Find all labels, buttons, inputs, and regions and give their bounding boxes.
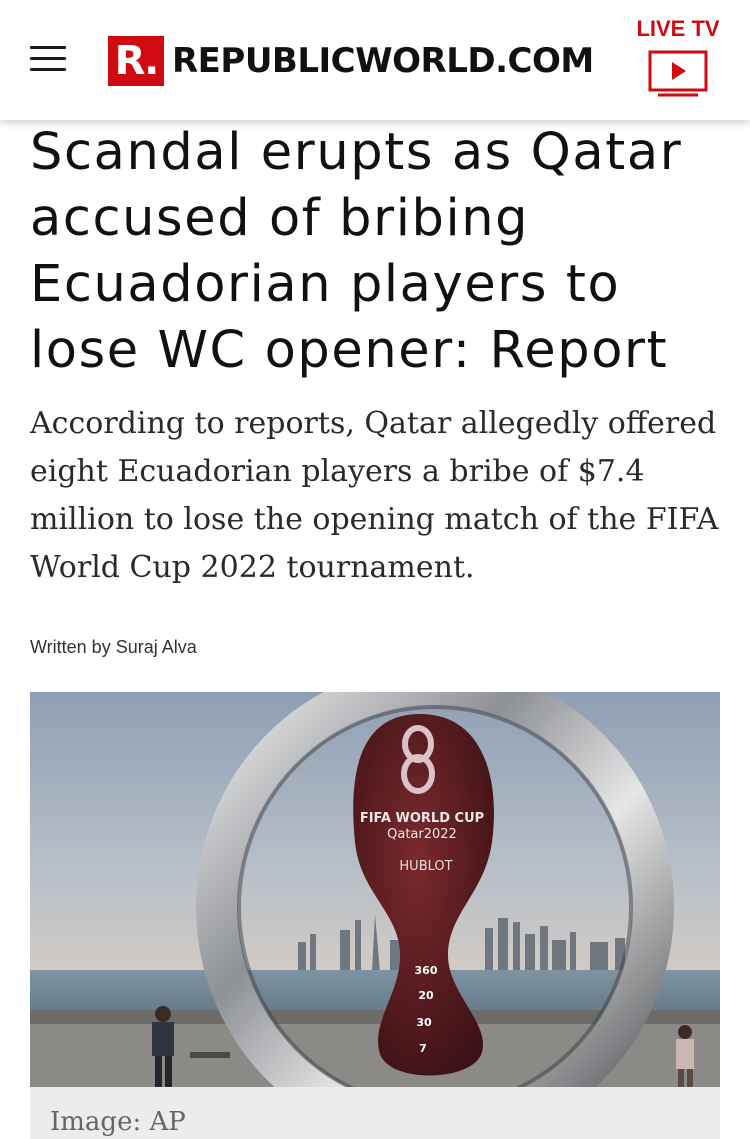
countdown-minutes: 30 (416, 1016, 432, 1029)
top-navigation-bar: R. REPUBLICWORLD.COM LIVE TV (0, 0, 750, 120)
logo-mark: R. (108, 36, 164, 86)
brand-label: HUBLOT (399, 859, 452, 874)
headline-line: accused of bribing (30, 189, 530, 248)
emblem-line1: FIFA WORLD CUP (360, 811, 484, 826)
live-tv-button[interactable]: LIVE TV (632, 16, 724, 100)
countdown-clock-photo: FIFA WORLD CUP Qatar2022 HUBLOT 360 20 3… (30, 692, 720, 1087)
countdown-days: 360 (415, 964, 438, 977)
countdown-seconds: 7 (419, 1042, 427, 1055)
image-caption-bar: Image: AP (30, 1087, 720, 1139)
article-summary: According to reports, Qatar allegedly of… (30, 406, 719, 585)
tv-play-icon (648, 50, 708, 97)
site-logo[interactable]: R. REPUBLICWORLD.COM (108, 36, 594, 86)
logo-text: REPUBLICWORLD.COM (172, 41, 594, 81)
emblem-line2: Qatar2022 (387, 827, 457, 842)
hero-image[interactable]: FIFA WORLD CUP Qatar2022 HUBLOT 360 20 3… (30, 692, 720, 1087)
menu-icon[interactable] (30, 46, 66, 72)
headline-line: Ecuadorian players to (30, 255, 621, 314)
image-caption: Image: AP (50, 1107, 186, 1137)
live-tv-label: LIVE TV (636, 16, 720, 41)
article-headline: Scandal erupts as Qatar accused of bribi… (30, 120, 730, 384)
author-byline: Written by Suraj Alva (30, 637, 197, 657)
countdown-hours: 20 (418, 989, 434, 1002)
headline-line: lose WC opener: Report (30, 321, 669, 380)
headline-line: Scandal erupts as Qatar (30, 123, 683, 182)
